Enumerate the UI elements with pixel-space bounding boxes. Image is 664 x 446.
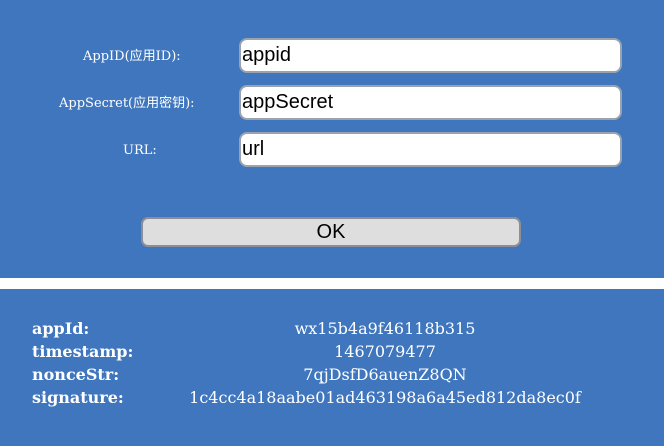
signature-result-value: 1c4cc4a18aabe01ad463198a6a45ed812da8ec0f [189,388,581,407]
signature-result-panel: appId: wx15b4a9f46118b315 timestamp: 146… [0,289,664,446]
noncestr-result-value: 7qjDsfD6auenZ8QN [303,365,467,384]
timestamp-result-key: timestamp: [32,342,134,361]
noncestr-result-key: nonceStr: [32,365,120,384]
signature-result-key: signature: [32,388,124,407]
appsecret-label: AppSecret(应用密钥): [59,96,195,111]
appid-label: AppID(应用ID): [83,49,181,64]
url-label: URL: [123,143,157,158]
timestamp-result-value: 1467079477 [334,342,436,361]
appid-input[interactable] [239,38,622,73]
ok-button[interactable]: OK [141,217,521,247]
appsecret-input[interactable] [239,85,622,120]
url-input[interactable] [239,132,622,167]
config-form-panel: AppID(应用ID): AppSecret(应用密钥): URL: OK [0,0,664,278]
appid-result-key: appId: [32,319,90,338]
appid-result-value: wx15b4a9f46118b315 [294,319,476,338]
